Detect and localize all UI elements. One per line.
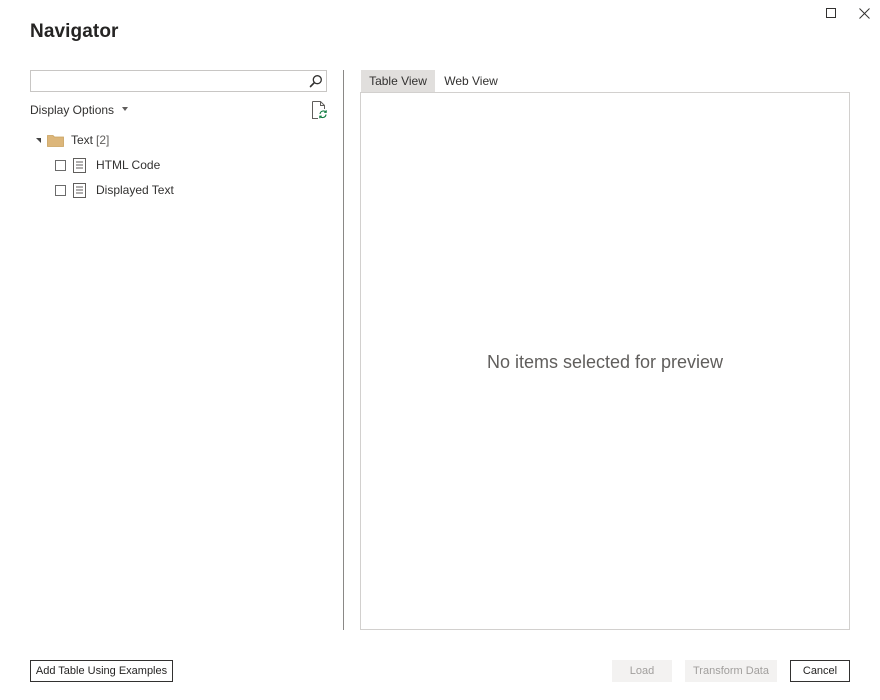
tab-web-view[interactable]: Web View	[437, 70, 505, 92]
tree-item-label: Displayed Text	[96, 183, 174, 197]
close-icon	[858, 7, 870, 19]
page-title: Navigator	[30, 21, 119, 42]
tree-folder-label: Text	[71, 133, 94, 147]
display-options-label: Display Options	[30, 103, 115, 117]
tree-item-label: HTML Code	[96, 158, 161, 172]
add-table-using-examples-button[interactable]: Add Table Using Examples	[30, 660, 173, 682]
button-label: Load	[629, 665, 655, 677]
checkbox-displayed-text[interactable]	[55, 184, 66, 196]
search-input[interactable]	[35, 73, 305, 89]
display-options-dropdown[interactable]: Display Options	[30, 103, 129, 117]
preview-empty-message: No items selected for preview	[486, 352, 724, 372]
tree-item-html-code[interactable]: HTML Code	[55, 156, 160, 174]
folder-icon	[47, 134, 64, 147]
tree-folder-count: [2]	[96, 133, 110, 147]
button-label: Add Table Using Examples	[35, 665, 168, 677]
maximize-button[interactable]	[822, 4, 840, 22]
close-button[interactable]	[855, 4, 873, 22]
tree-folder-text[interactable]: Text [2]	[36, 131, 109, 149]
tab-table-view[interactable]: Table View	[361, 70, 435, 92]
expand-triangle-icon[interactable]	[36, 137, 41, 143]
table-icon	[73, 157, 86, 173]
caret-down-icon	[122, 107, 129, 111]
transform-data-button[interactable]: Transform Data	[685, 660, 777, 682]
pane-divider[interactable]	[343, 70, 344, 630]
button-label: Transform Data	[692, 665, 769, 677]
search-box[interactable]	[30, 70, 327, 92]
refresh-document-icon[interactable]	[311, 101, 327, 119]
tab-label: Table View	[369, 74, 427, 88]
cancel-button[interactable]: Cancel	[790, 660, 850, 682]
checkbox-html-code[interactable]	[55, 159, 66, 171]
table-icon	[73, 182, 86, 198]
load-button[interactable]: Load	[612, 660, 672, 682]
tree-item-displayed-text[interactable]: Displayed Text	[55, 181, 174, 199]
tab-label: Web View	[444, 74, 498, 88]
maximize-icon	[826, 8, 836, 18]
button-label: Cancel	[802, 665, 838, 677]
search-icon[interactable]	[309, 74, 323, 88]
preview-pane: No items selected for preview	[360, 92, 850, 630]
